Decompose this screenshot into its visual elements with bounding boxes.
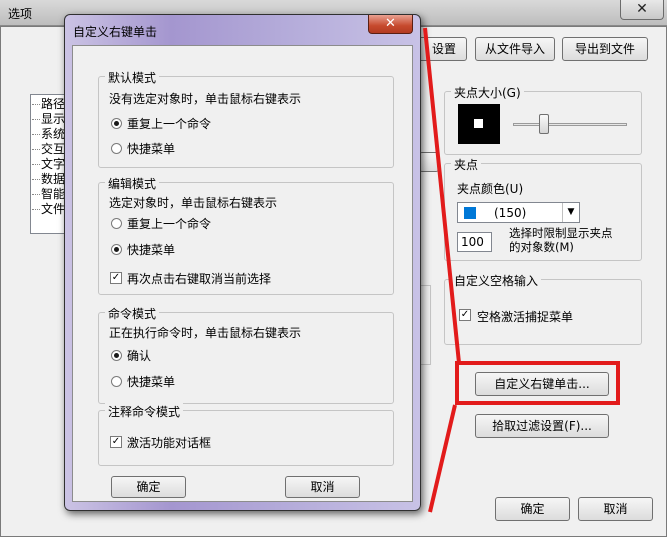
grip-size-track[interactable]	[513, 123, 627, 126]
export-to-file-button[interactable]: 导出到文件	[562, 37, 648, 61]
grip-preview-square	[474, 119, 483, 128]
annotation-dialog-checkbox[interactable]: ✓	[110, 436, 122, 448]
grip-limit-label-1: 选择时限制显示夹点	[509, 226, 613, 240]
dialog-ok-button[interactable]: 确定	[111, 476, 186, 498]
options-cancel-button[interactable]: 取消	[578, 497, 653, 521]
command-mode-menu-label: 快捷菜单	[127, 375, 176, 389]
edit-mode-menu-label: 快捷菜单	[127, 243, 176, 257]
grip-size-group: 夹点大小(G)	[444, 84, 642, 155]
edit-mode-cancel-selection-label: 再次点击右键取消当前选择	[127, 272, 272, 286]
default-mode-repeat-label: 重复上一个命令	[127, 117, 212, 131]
grip-color-value: (150)	[494, 206, 527, 220]
command-mode-confirm-label: 确认	[127, 349, 152, 363]
color-swatch	[464, 207, 476, 219]
command-mode-title: 命令模式	[105, 305, 160, 322]
default-mode-menu-label: 快捷菜单	[127, 142, 176, 156]
annotation-mode-group: 注释命令模式 ✓ 激活功能对话框	[98, 403, 394, 466]
edit-mode-repeat-label: 重复上一个命令	[127, 217, 212, 231]
default-mode-repeat-radio[interactable]	[111, 118, 122, 129]
close-icon: ✕	[385, 16, 396, 31]
import-from-file-button[interactable]: 从文件导入	[475, 37, 555, 61]
dialog-close-button[interactable]: ✕	[368, 15, 413, 34]
edit-mode-cancel-selection-checkbox[interactable]: ✓	[110, 272, 122, 284]
custom-space-title: 自定义空格输入	[451, 272, 542, 289]
default-mode-desc: 没有选定对象时，单击鼠标右键表示	[109, 92, 302, 106]
edit-mode-desc: 选定对象时，单击鼠标右键表示	[109, 196, 278, 210]
chevron-down-icon[interactable]: ▼	[562, 203, 579, 222]
dialog-title: 自定义右键单击	[73, 25, 158, 39]
options-title: 选项	[8, 7, 33, 21]
default-mode-menu-radio[interactable]	[111, 143, 122, 154]
space-snap-checkbox[interactable]: ✓	[459, 309, 471, 321]
partial-button[interactable]	[419, 152, 439, 172]
command-mode-confirm-radio[interactable]	[111, 350, 122, 361]
edit-mode-repeat-radio[interactable]	[111, 218, 122, 229]
grip-color-select[interactable]: (150) ▼	[457, 202, 580, 223]
custom-space-group: 自定义空格输入 ✓ 空格激活捕捉菜单	[444, 272, 642, 345]
default-mode-title: 默认模式	[105, 69, 160, 86]
grips-group: 夹点 夹点颜色(U) (150) ▼ 100 选择时限制显示夹点 的对象数(M)	[444, 156, 642, 261]
custom-right-click-dialog: 自定义右键单击 ✕ 默认模式 没有选定对象时，单击鼠标右键表示 重复上一个命令 …	[64, 14, 421, 511]
command-mode-desc: 正在执行命令时，单击鼠标右键表示	[109, 326, 302, 340]
options-ok-button[interactable]: 确定	[495, 497, 570, 521]
edit-mode-title: 编辑模式	[105, 175, 160, 192]
command-mode-menu-radio[interactable]	[111, 376, 122, 387]
options-close-button[interactable]: ✕	[620, 0, 664, 20]
edit-mode-group: 编辑模式 选定对象时，单击鼠标右键表示 重复上一个命令 快捷菜单 ✓ 再次点击右…	[98, 175, 394, 295]
annotation-mode-title: 注释命令模式	[105, 403, 184, 420]
dialog-cancel-button[interactable]: 取消	[285, 476, 360, 498]
grip-size-slider[interactable]	[538, 114, 549, 134]
grips-title: 夹点	[451, 156, 482, 173]
pick-filter-settings-button[interactable]: 拾取过滤设置(F)...	[475, 414, 609, 438]
grip-limit-input[interactable]: 100	[457, 232, 492, 252]
annotation-dialog-label: 激活功能对话框	[127, 436, 212, 450]
space-snap-label: 空格激活捕捉菜单	[477, 310, 574, 324]
default-mode-group: 默认模式 没有选定对象时，单击鼠标右键表示 重复上一个命令 快捷菜单	[98, 69, 394, 168]
dialog-client-area: 默认模式 没有选定对象时，单击鼠标右键表示 重复上一个命令 快捷菜单 编辑模式 …	[72, 45, 413, 502]
tree-item[interactable]: 文件	[32, 200, 65, 217]
annotation-highlight-box	[455, 361, 620, 405]
grip-color-label: 夹点颜色(U)	[457, 182, 524, 196]
command-mode-group: 命令模式 正在执行命令时，单击鼠标右键表示 确认 快捷菜单	[98, 305, 394, 404]
close-icon: ✕	[636, 1, 648, 17]
grip-preview	[458, 104, 500, 144]
edit-mode-menu-radio[interactable]	[111, 244, 122, 255]
grip-limit-label-2: 的对象数(M)	[509, 240, 574, 254]
grip-size-title: 夹点大小(G)	[451, 84, 524, 101]
